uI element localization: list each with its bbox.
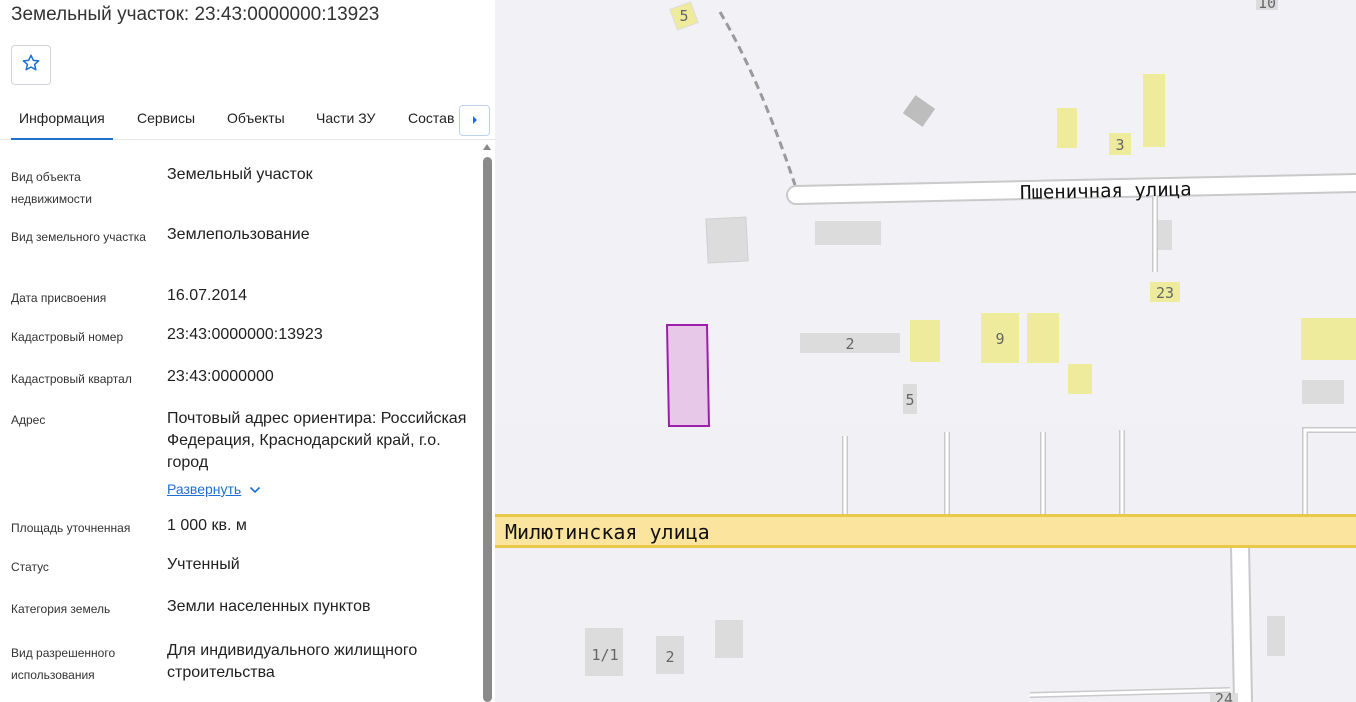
- detail-value: Земельный участок: [167, 166, 313, 183]
- page-title: Земельный участок: 23:43:0000000:13923: [11, 4, 380, 25]
- map-ground: [495, 425, 1356, 702]
- favorite-button[interactable]: [11, 45, 51, 85]
- tab-objects[interactable]: Объекты: [227, 110, 285, 126]
- tab-composition[interactable]: Состав: [408, 110, 454, 126]
- tab-information[interactable]: Информация: [11, 110, 113, 140]
- detail-value: 23:43:0000000:13923: [167, 326, 323, 343]
- house-number: 2: [845, 335, 854, 353]
- detail-value: 1 000 кв. м: [167, 517, 247, 534]
- address-value: Почтовый адрес ориентира: Российская Фед…: [167, 410, 467, 471]
- map-view[interactable]: Пшеничная улица Милютинская улица 5 10 3…: [495, 0, 1356, 702]
- detail-label: Вид земельного участка: [11, 230, 146, 244]
- tabs-scroll-right-button[interactable]: [459, 105, 490, 136]
- house-number: 23: [1156, 284, 1174, 302]
- house-number: 3: [1115, 136, 1124, 154]
- house-number: 5: [679, 7, 688, 25]
- detail-value: Для индивидуального жилищного строительс…: [167, 642, 418, 681]
- detail-value: 16.07.2014: [167, 287, 248, 304]
- panel-scrollbar[interactable]: [482, 144, 493, 702]
- detail-label: Адрес: [11, 413, 46, 427]
- detail-label: Категория земель: [11, 602, 111, 616]
- tab-services[interactable]: Сервисы: [137, 110, 195, 126]
- detail-label: Кадастровый номер: [11, 330, 124, 344]
- tab-bar: Информация Сервисы Объекты Части ЗУ Сост…: [0, 100, 495, 140]
- house-number: 10: [1258, 0, 1276, 12]
- detail-label: Статус: [11, 560, 49, 574]
- detail-value: Учтенный: [167, 556, 240, 573]
- detail-label: Вид объекта недвижимости: [11, 170, 92, 206]
- detail-label: Кадастровый квартал: [11, 372, 132, 386]
- star-outline-icon: [21, 53, 41, 78]
- detail-label: Вид разрешенного использования: [11, 646, 116, 682]
- detail-value: Земли населенных пунктов: [167, 598, 371, 615]
- selected-parcel[interactable]: [665, 324, 711, 427]
- house-number: 24: [1215, 690, 1233, 702]
- house-number: 9: [995, 330, 1004, 348]
- detail-value: 23:43:0000000: [167, 368, 274, 385]
- detail-label: Площадь уточненная: [11, 521, 131, 535]
- house-number: 5: [905, 391, 914, 409]
- map-canvas: Пшеничная улица Милютинская улица 5 10 3…: [495, 0, 1356, 702]
- house-number: 1/1: [591, 646, 618, 664]
- street-label-milyutinskaya: Милютинская улица: [505, 520, 710, 544]
- caret-right-icon: [471, 112, 479, 130]
- expand-address-link[interactable]: Развернуть: [167, 481, 261, 497]
- scrollbar-thumb[interactable]: [483, 157, 492, 702]
- expand-label: Развернуть: [167, 481, 242, 497]
- chevron-down-icon: [249, 481, 261, 497]
- detail-label: Дата присвоения: [11, 291, 107, 305]
- info-panel: Земельный участок: 23:43:0000000:13923 И…: [0, 0, 495, 702]
- house-number: 2: [665, 648, 674, 666]
- scroll-up-arrow-icon[interactable]: [483, 144, 491, 150]
- footpath: [718, 11, 797, 186]
- tab-parts[interactable]: Части ЗУ: [316, 110, 375, 126]
- detail-value: Землепользование: [167, 226, 310, 243]
- street-label-pshenichnaya: Пшеничная улица: [1020, 178, 1192, 204]
